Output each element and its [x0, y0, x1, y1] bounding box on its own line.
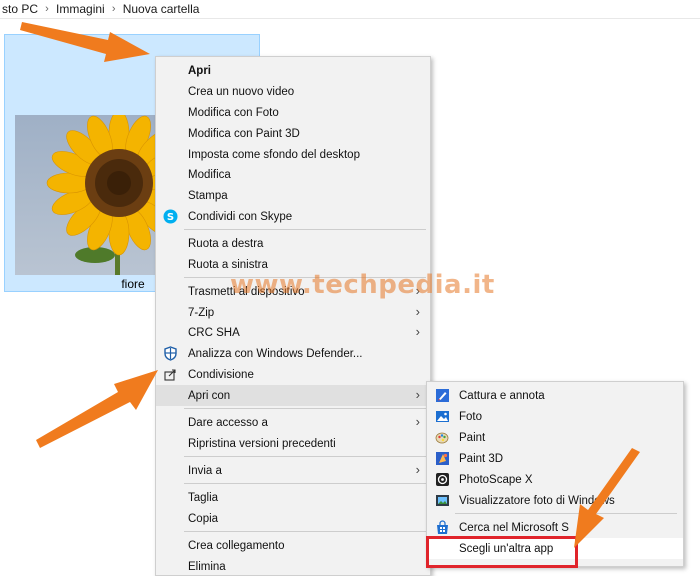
menu-item-elimina[interactable]: Elimina	[156, 556, 430, 576]
menu-item-stampa[interactable]: Stampa	[156, 185, 430, 206]
chevron-right-icon: ›	[415, 324, 420, 339]
submenu-item-paint-3d[interactable]: Paint 3D	[427, 448, 683, 469]
breadcrumb: sto PC › Immagini › Nuova cartella	[0, 0, 700, 19]
submenu-item-label: Cattura e annota	[459, 389, 545, 402]
highlight-box-scegli-altra-app	[426, 536, 578, 568]
submenu-item-label: Foto	[459, 410, 483, 423]
chevron-right-icon[interactable]: ›	[105, 3, 123, 15]
paint-3d-icon	[435, 451, 450, 466]
submenu-item-foto[interactable]: Foto	[427, 406, 683, 427]
menu-separator	[184, 456, 426, 457]
menu-item-label: Imposta come sfondo del desktop	[188, 148, 360, 161]
menu-item-label: Condivisione	[188, 368, 254, 381]
chevron-right-icon: ›	[415, 462, 420, 477]
menu-item-label: CRC SHA	[188, 326, 240, 339]
menu-item-apri[interactable]: Apri	[156, 60, 430, 81]
menu-item-modifica[interactable]: Modifica	[156, 164, 430, 185]
chevron-right-icon: ›	[415, 304, 420, 319]
menu-item-label: Modifica	[188, 168, 231, 181]
menu-separator	[184, 483, 426, 484]
submenu-item-cattura-annota[interactable]: Cattura e annota	[427, 385, 683, 406]
menu-item-modifica-con-paint-3d[interactable]: Modifica con Paint 3D	[156, 123, 430, 144]
submenu-item-photoscape[interactable]: PhotoScape X	[427, 469, 683, 490]
menu-item-condividi-skype[interactable]: S Condividi con Skype	[156, 206, 430, 227]
breadcrumb-item-pc[interactable]: sto PC	[2, 2, 38, 16]
share-icon	[163, 367, 178, 382]
context-menu: Apri Crea un nuovo video Modifica con Fo…	[155, 56, 431, 576]
menu-separator	[455, 513, 677, 514]
menu-item-windows-defender[interactable]: Analizza con Windows Defender...	[156, 343, 430, 364]
menu-separator	[184, 408, 426, 409]
menu-item-label: Apri	[188, 64, 211, 77]
menu-item-crc-sha[interactable]: CRC SHA ›	[156, 322, 430, 343]
chevron-right-icon: ›	[415, 414, 420, 429]
menu-item-condivisione[interactable]: Condivisione	[156, 364, 430, 385]
submenu-item-paint[interactable]: Paint	[427, 427, 683, 448]
menu-item-label: Analizza con Windows Defender...	[188, 347, 363, 360]
paint-icon	[435, 430, 450, 445]
photos-icon	[435, 409, 450, 424]
menu-item-label: Apri con	[188, 389, 231, 402]
submenu-item-label: Cerca nel Microsoft S	[459, 521, 569, 534]
menu-item-taglia[interactable]: Taglia	[156, 487, 430, 508]
menu-item-label: Modifica con Paint 3D	[188, 127, 300, 140]
menu-item-invia-a[interactable]: Invia a ›	[156, 460, 430, 481]
menu-item-label: Condividi con Skype	[188, 210, 293, 223]
breadcrumb-item-nuova-cartella[interactable]: Nuova cartella	[123, 2, 200, 16]
menu-item-copia[interactable]: Copia	[156, 508, 430, 529]
submenu-item-label: Visualizzatore foto di Windows	[459, 494, 615, 507]
arrow-to-apri-con-icon	[36, 370, 158, 448]
menu-item-label: Crea un nuovo video	[188, 85, 295, 98]
menu-item-label: Stampa	[188, 189, 228, 202]
menu-separator	[184, 531, 426, 532]
menu-item-label: Copia	[188, 512, 219, 525]
windows-photo-viewer-icon	[435, 493, 450, 508]
menu-separator	[184, 229, 426, 230]
menu-item-label: Modifica con Foto	[188, 106, 279, 119]
windows-defender-icon	[163, 346, 178, 361]
menu-item-ruota-destra[interactable]: Ruota a destra	[156, 233, 430, 254]
skype-icon: S	[163, 209, 178, 224]
snip-sketch-icon	[435, 388, 450, 403]
submenu-item-label: Paint 3D	[459, 452, 504, 465]
submenu-item-label: PhotoScape X	[459, 473, 533, 486]
submenu-item-label: Paint	[459, 431, 486, 444]
menu-item-label: Ruota a destra	[188, 237, 264, 250]
menu-item-label: 7-Zip	[188, 306, 215, 319]
menu-item-label: Dare accesso a	[188, 416, 268, 429]
microsoft-store-icon	[435, 520, 450, 535]
menu-item-label: Taglia	[188, 491, 219, 504]
svg-text:S: S	[167, 212, 174, 223]
menu-item-crea-nuovo-video[interactable]: Crea un nuovo video	[156, 81, 430, 102]
menu-item-imposta-sfondo[interactable]: Imposta come sfondo del desktop	[156, 144, 430, 165]
menu-item-modifica-con-foto[interactable]: Modifica con Foto	[156, 102, 430, 123]
menu-item-label: Crea collegamento	[188, 539, 285, 552]
breadcrumb-item-immagini[interactable]: Immagini	[56, 2, 105, 16]
menu-item-dare-accesso[interactable]: Dare accesso a ›	[156, 412, 430, 433]
menu-item-label: Ruota a sinistra	[188, 258, 268, 271]
menu-item-ripristina-versioni[interactable]: Ripristina versioni precedenti	[156, 433, 430, 454]
submenu-item-cerca-store[interactable]: Cerca nel Microsoft S	[427, 517, 683, 538]
menu-item-apri-con[interactable]: Apri con ›	[156, 385, 430, 406]
menu-item-label: Invia a	[188, 464, 222, 477]
chevron-right-icon: ›	[415, 387, 420, 402]
menu-item-label: Elimina	[188, 560, 226, 573]
menu-item-label: Ripristina versioni precedenti	[188, 437, 336, 450]
menu-item-7zip[interactable]: 7-Zip ›	[156, 302, 430, 323]
menu-item-crea-collegamento[interactable]: Crea collegamento	[156, 535, 430, 556]
watermark: www.techpedia.it	[230, 270, 495, 300]
chevron-right-icon[interactable]: ›	[38, 3, 56, 15]
submenu-item-visualizzatore-foto[interactable]: Visualizzatore foto di Windows	[427, 490, 683, 511]
photoscape-icon	[435, 472, 450, 487]
